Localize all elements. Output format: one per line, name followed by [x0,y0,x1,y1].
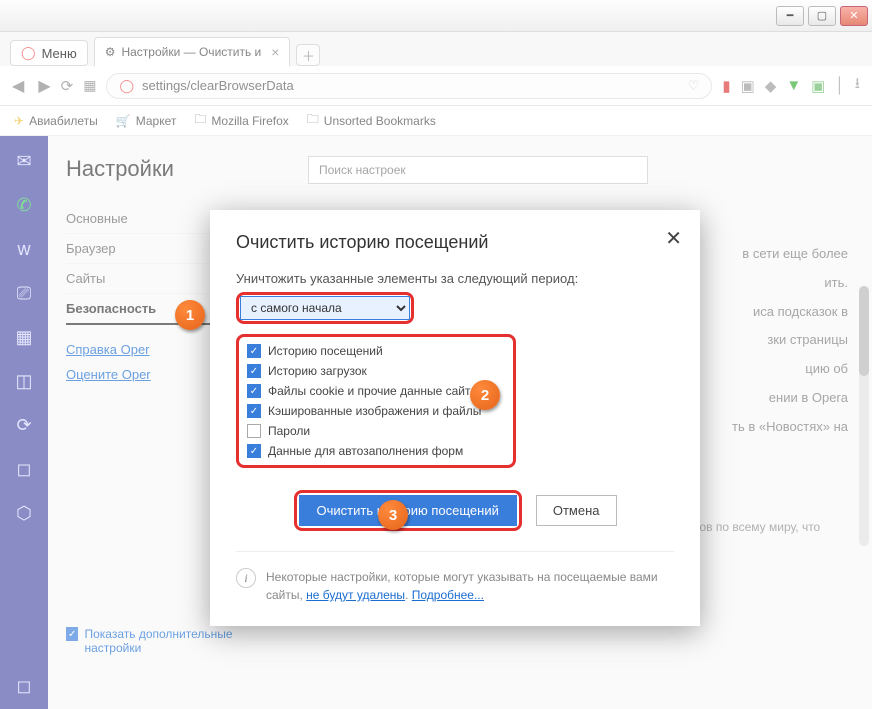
close-dialog-button[interactable]: ✕ [665,226,682,251]
dialog-title: Очистить историю посещений [236,232,674,253]
annotation-marker-2: 2 [470,380,500,410]
check-downloads[interactable]: ✓Историю загрузок [243,361,509,381]
cancel-button[interactable]: Отмена [536,495,617,526]
check-history[interactable]: ✓Историю посещений [243,341,509,361]
dialog-prompt: Уничтожить указанные элементы за следующ… [236,271,674,286]
dialog-actions: Очистить историю посещений Отмена [236,490,674,531]
dialog-note: i Некоторые настройки, которые могут ука… [236,551,674,604]
check-passwords[interactable]: Пароли [243,421,509,441]
note-link-1[interactable]: не будут удалены [306,588,405,602]
annotation-marker-3: 3 [378,500,408,530]
note-link-2[interactable]: Подробнее... [412,588,484,602]
check-autofill[interactable]: ✓Данные для автозаполнения форм [243,441,509,461]
info-icon: i [236,568,256,588]
clear-data-dialog: ✕ Очистить историю посещений Уничтожить … [210,210,700,626]
clear-button[interactable]: Очистить историю посещений [299,495,517,526]
time-period-select[interactable]: с самого начала [240,296,410,320]
check-cookies[interactable]: ✓Файлы cookie и прочие данные сайтов [243,381,509,401]
browser-window: ━ ▢ ✕ ◯ Меню ⚙ Настройки — Очистить и × … [0,0,872,709]
check-cache[interactable]: ✓Кэшированные изображения и файлы [243,401,509,421]
annotation-marker-1: 1 [175,300,205,330]
